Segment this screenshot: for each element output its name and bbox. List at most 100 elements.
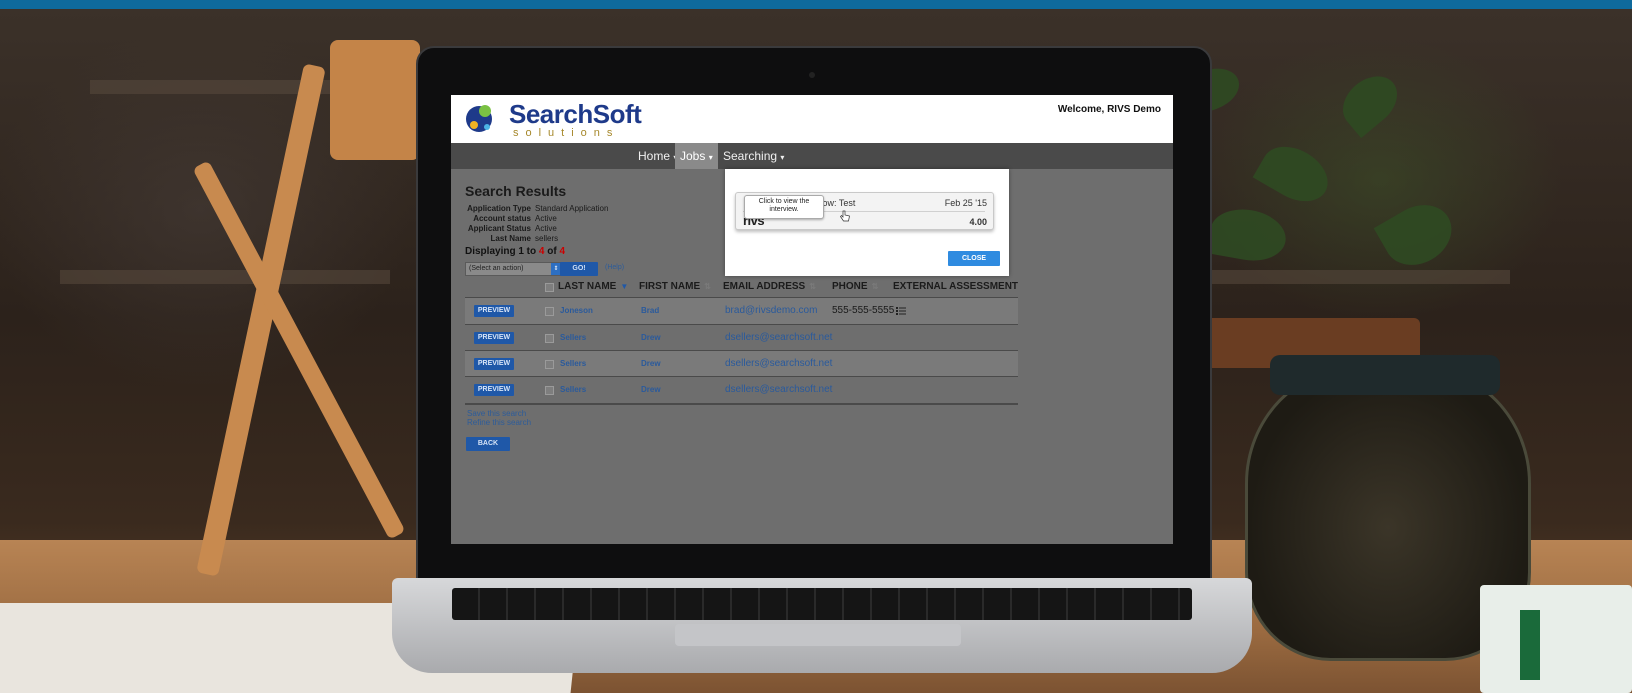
nav-label: Searching: [723, 149, 778, 163]
jar-lid: [1270, 355, 1500, 395]
save-search-link[interactable]: Save this search: [467, 409, 531, 418]
result-count-of: of: [544, 246, 560, 257]
lamp-head: [330, 40, 420, 160]
main-nav: Home ▾ Jobs ▾ Searching ▾: [451, 143, 1173, 169]
table-row: PREVIEW Joneson Brad brad@rivsdemo.com 5…: [465, 298, 1018, 324]
bookshelf: [90, 80, 370, 94]
table-header: LAST NAME ▼ FIRST NAME ⇅ EMAIL ADDRESS ⇅ PH…: [465, 279, 1018, 297]
criteria-row: Application Type Standard Application: [465, 204, 608, 214]
preview-button[interactable]: PREVIEW: [474, 358, 514, 370]
chevron-down-icon: ▾: [780, 153, 785, 162]
result-count-total: 4: [559, 246, 566, 257]
box-stripe: [1520, 610, 1540, 680]
nav-searching[interactable]: Searching ▾: [718, 143, 789, 169]
criteria-row: Last Name sellers: [465, 234, 608, 244]
trackpad: [675, 624, 961, 646]
result-count: Displaying 1 to 4 of 4: [465, 246, 565, 257]
action-select-value: (Select an action): [469, 265, 524, 272]
row-checkbox[interactable]: [545, 307, 554, 316]
nav-label: Home: [638, 149, 671, 163]
col-label: LAST NAME: [558, 281, 617, 292]
result-count-prefix: Displaying 1 to: [465, 246, 539, 257]
sort-icon: ⇅: [871, 282, 879, 291]
top-accent-bar: [0, 0, 1632, 9]
interview-modal: flow: Test Feb 25 '15 rivs 4.00 Click to…: [725, 169, 1009, 276]
page-title: Search Results: [465, 183, 567, 199]
first-name-link[interactable]: Brad: [641, 306, 659, 315]
last-name-link[interactable]: Sellers: [560, 333, 586, 342]
criteria-key: Last Name: [490, 234, 531, 243]
criteria-value: Active: [535, 224, 557, 233]
list-icon[interactable]: [896, 307, 906, 315]
phone-value: 555-555-5555: [832, 305, 895, 316]
sort-desc-icon: ▼: [620, 282, 629, 291]
col-label: EXTERNAL ASSESSMENT: [893, 281, 1019, 292]
welcome-text: Welcome, RIVS Demo: [1057, 104, 1161, 115]
searchsoft-logo-icon: [466, 105, 492, 132]
refine-search-link[interactable]: Refine this search: [467, 418, 531, 427]
interview-date: Feb 25 '15: [944, 198, 987, 208]
search-links: Save this search Refine this search: [467, 409, 531, 427]
preview-button[interactable]: PREVIEW: [474, 305, 514, 317]
criteria-key: Account status: [473, 214, 531, 223]
criteria-value: Standard Application: [535, 204, 609, 213]
bookshelf: [1210, 270, 1510, 284]
sort-icon: ⇅: [704, 282, 711, 291]
search-criteria: Application Type Standard Application Ac…: [465, 204, 608, 244]
first-name-link[interactable]: Drew: [641, 385, 661, 394]
table-divider: [465, 403, 1018, 405]
col-label: PHONE: [832, 281, 868, 292]
email-link[interactable]: dsellers@searchsoft.net: [725, 358, 832, 369]
preview-button[interactable]: PREVIEW: [474, 332, 514, 344]
col-phone[interactable]: PHONE ⇅: [832, 281, 878, 292]
table-row: PREVIEW Sellers Drew dsellers@searchsoft…: [465, 351, 1018, 377]
row-checkbox[interactable]: [545, 360, 554, 369]
sort-icon: ⇅: [809, 282, 816, 291]
hand-cursor-icon: [840, 210, 850, 222]
criteria-row: Applicant Status Active: [465, 224, 608, 234]
criteria-key: Applicant Status: [467, 224, 531, 233]
keyboard: [452, 588, 1192, 620]
criteria-value: sellers: [535, 234, 559, 243]
app-header: SearchSoft solutions Welcome, RIVS Demo: [451, 95, 1173, 143]
close-button[interactable]: CLOSE: [948, 251, 1000, 266]
last-name-link[interactable]: Sellers: [560, 359, 586, 368]
chevron-down-icon: ▾: [708, 153, 713, 162]
criteria-row: Account status Active: [465, 214, 608, 224]
row-checkbox[interactable]: [545, 386, 554, 395]
interview-score: 4.00: [969, 217, 987, 227]
back-button[interactable]: BACK: [466, 437, 510, 451]
col-last-name[interactable]: LAST NAME ▼: [558, 281, 628, 292]
last-name-link[interactable]: Joneson: [560, 306, 593, 315]
table-row: PREVIEW Sellers Drew dsellers@searchsoft…: [465, 377, 1018, 403]
email-link[interactable]: dsellers@searchsoft.net: [725, 384, 832, 395]
email-link[interactable]: brad@rivsdemo.com: [725, 305, 817, 316]
bookshelf: [60, 270, 390, 284]
go-button[interactable]: GO!: [560, 262, 598, 276]
last-name-link[interactable]: Sellers: [560, 385, 586, 394]
logo-subtext: solutions: [513, 127, 620, 139]
row-checkbox[interactable]: [545, 334, 554, 343]
preview-button[interactable]: PREVIEW: [474, 384, 514, 396]
first-name-link[interactable]: Drew: [641, 333, 661, 342]
criteria-key: Application Type: [467, 204, 531, 213]
first-name-link[interactable]: Drew: [641, 359, 661, 368]
camera-icon: [809, 72, 815, 78]
email-link[interactable]: dsellers@searchsoft.net: [725, 332, 832, 343]
col-label: EMAIL ADDRESS: [723, 281, 806, 292]
col-external-assessment: EXTERNAL ASSESSMENT: [893, 281, 1018, 292]
nav-label: Jobs: [680, 149, 706, 163]
tooltip: Click to view the interview.: [744, 195, 824, 219]
col-email[interactable]: EMAIL ADDRESS ⇅: [723, 281, 816, 292]
laptop-screen: SearchSoft solutions Welcome, RIVS Demo …: [451, 95, 1173, 544]
criteria-value: Active: [535, 214, 557, 223]
cigarette-box: [1480, 585, 1632, 693]
col-label: FIRST NAME: [639, 281, 701, 292]
nav-jobs[interactable]: Jobs ▾: [675, 143, 718, 169]
col-first-name[interactable]: FIRST NAME ⇅: [639, 281, 711, 292]
logo-text: SearchSoft: [509, 99, 642, 129]
table-row: PREVIEW Sellers Drew dsellers@searchsoft…: [465, 325, 1018, 351]
action-select[interactable]: (Select an action) ⇕: [465, 262, 562, 276]
help-link[interactable]: (Help): [605, 264, 624, 271]
select-all-checkbox[interactable]: [545, 283, 554, 292]
